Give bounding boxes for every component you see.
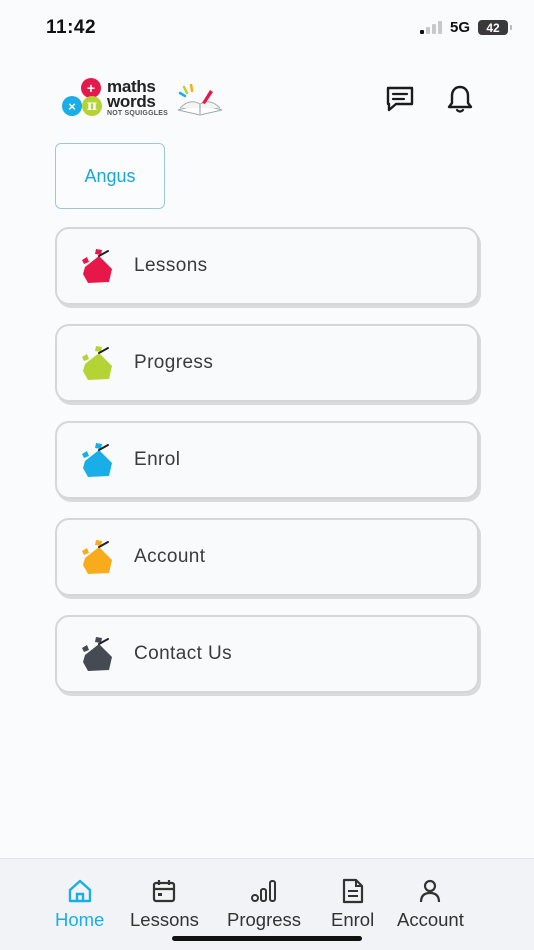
- battery-level: 42: [486, 20, 500, 35]
- nav-label: Progress: [227, 909, 302, 930]
- progress-shape-icon: [82, 346, 112, 380]
- menu-item-progress[interactable]: Progress: [55, 324, 479, 402]
- bar-chart-icon: [250, 877, 278, 905]
- home-icon: [66, 877, 94, 905]
- lessons-shape-icon: [82, 249, 112, 283]
- menu-item-label: Account: [134, 546, 206, 567]
- menu-item-label: Progress: [134, 352, 214, 373]
- menu-item-label: Enrol: [134, 449, 181, 470]
- enrol-shape-icon: [82, 443, 112, 477]
- status-indicators: 5G 42: [419, 19, 512, 36]
- menu-item-account[interactable]: Account: [55, 518, 479, 596]
- nav-account[interactable]: Account: [397, 877, 464, 931]
- app-header: + × π maths words NOT SQUIGGLES: [0, 72, 534, 124]
- logo-times-badge: ×: [62, 96, 82, 116]
- status-bar: 11:42 5G 42: [0, 0, 534, 56]
- notifications-button[interactable]: [443, 82, 477, 116]
- nav-label: Lessons: [130, 909, 199, 930]
- menu-item-label: Contact Us: [134, 643, 232, 664]
- nav-label: Account: [397, 909, 464, 930]
- nav-progress[interactable]: Progress: [227, 877, 301, 931]
- battery-icon: 42: [478, 20, 512, 35]
- message-icon: [386, 86, 414, 112]
- nav-lessons[interactable]: Lessons: [130, 877, 199, 931]
- home-indicator: [172, 936, 362, 941]
- menu-item-label: Lessons: [134, 255, 208, 276]
- nav-label: Enrol: [331, 909, 375, 930]
- nav-label: Home: [55, 909, 105, 930]
- nav-home[interactable]: Home: [55, 877, 104, 931]
- contact-shape-icon: [82, 637, 112, 671]
- bell-icon: [447, 85, 473, 113]
- nav-enrol[interactable]: Enrol: [331, 877, 374, 931]
- logo-line2: words: [107, 92, 156, 111]
- logo-tagline: NOT SQUIGGLES: [107, 110, 168, 117]
- network-type: 5G: [449, 19, 470, 36]
- user-icon: [416, 877, 444, 905]
- document-icon: [339, 877, 367, 905]
- student-selector[interactable]: Angus: [55, 143, 165, 209]
- status-time: 11:42: [46, 17, 97, 38]
- logo-text: maths words NOT SQUIGGLES: [107, 78, 168, 118]
- student-name: Angus: [84, 165, 136, 186]
- menu-item-contact-us[interactable]: Contact Us: [55, 615, 479, 693]
- main-menu: Lessons Progress Enrol Account Contact U…: [55, 227, 479, 712]
- menu-item-lessons[interactable]: Lessons: [55, 227, 479, 305]
- messages-button[interactable]: [383, 82, 417, 116]
- logo-badges: + × π: [60, 78, 106, 118]
- logo-plus-badge: +: [81, 78, 101, 98]
- signal-icon: [419, 21, 442, 34]
- account-shape-icon: [82, 540, 112, 574]
- app-logo: + × π maths words NOT SQUIGGLES: [60, 78, 226, 124]
- menu-item-enrol[interactable]: Enrol: [55, 421, 479, 499]
- logo-pi-badge: π: [82, 96, 102, 116]
- logo-book-icon: [177, 84, 223, 116]
- calendar-icon: [150, 877, 178, 905]
